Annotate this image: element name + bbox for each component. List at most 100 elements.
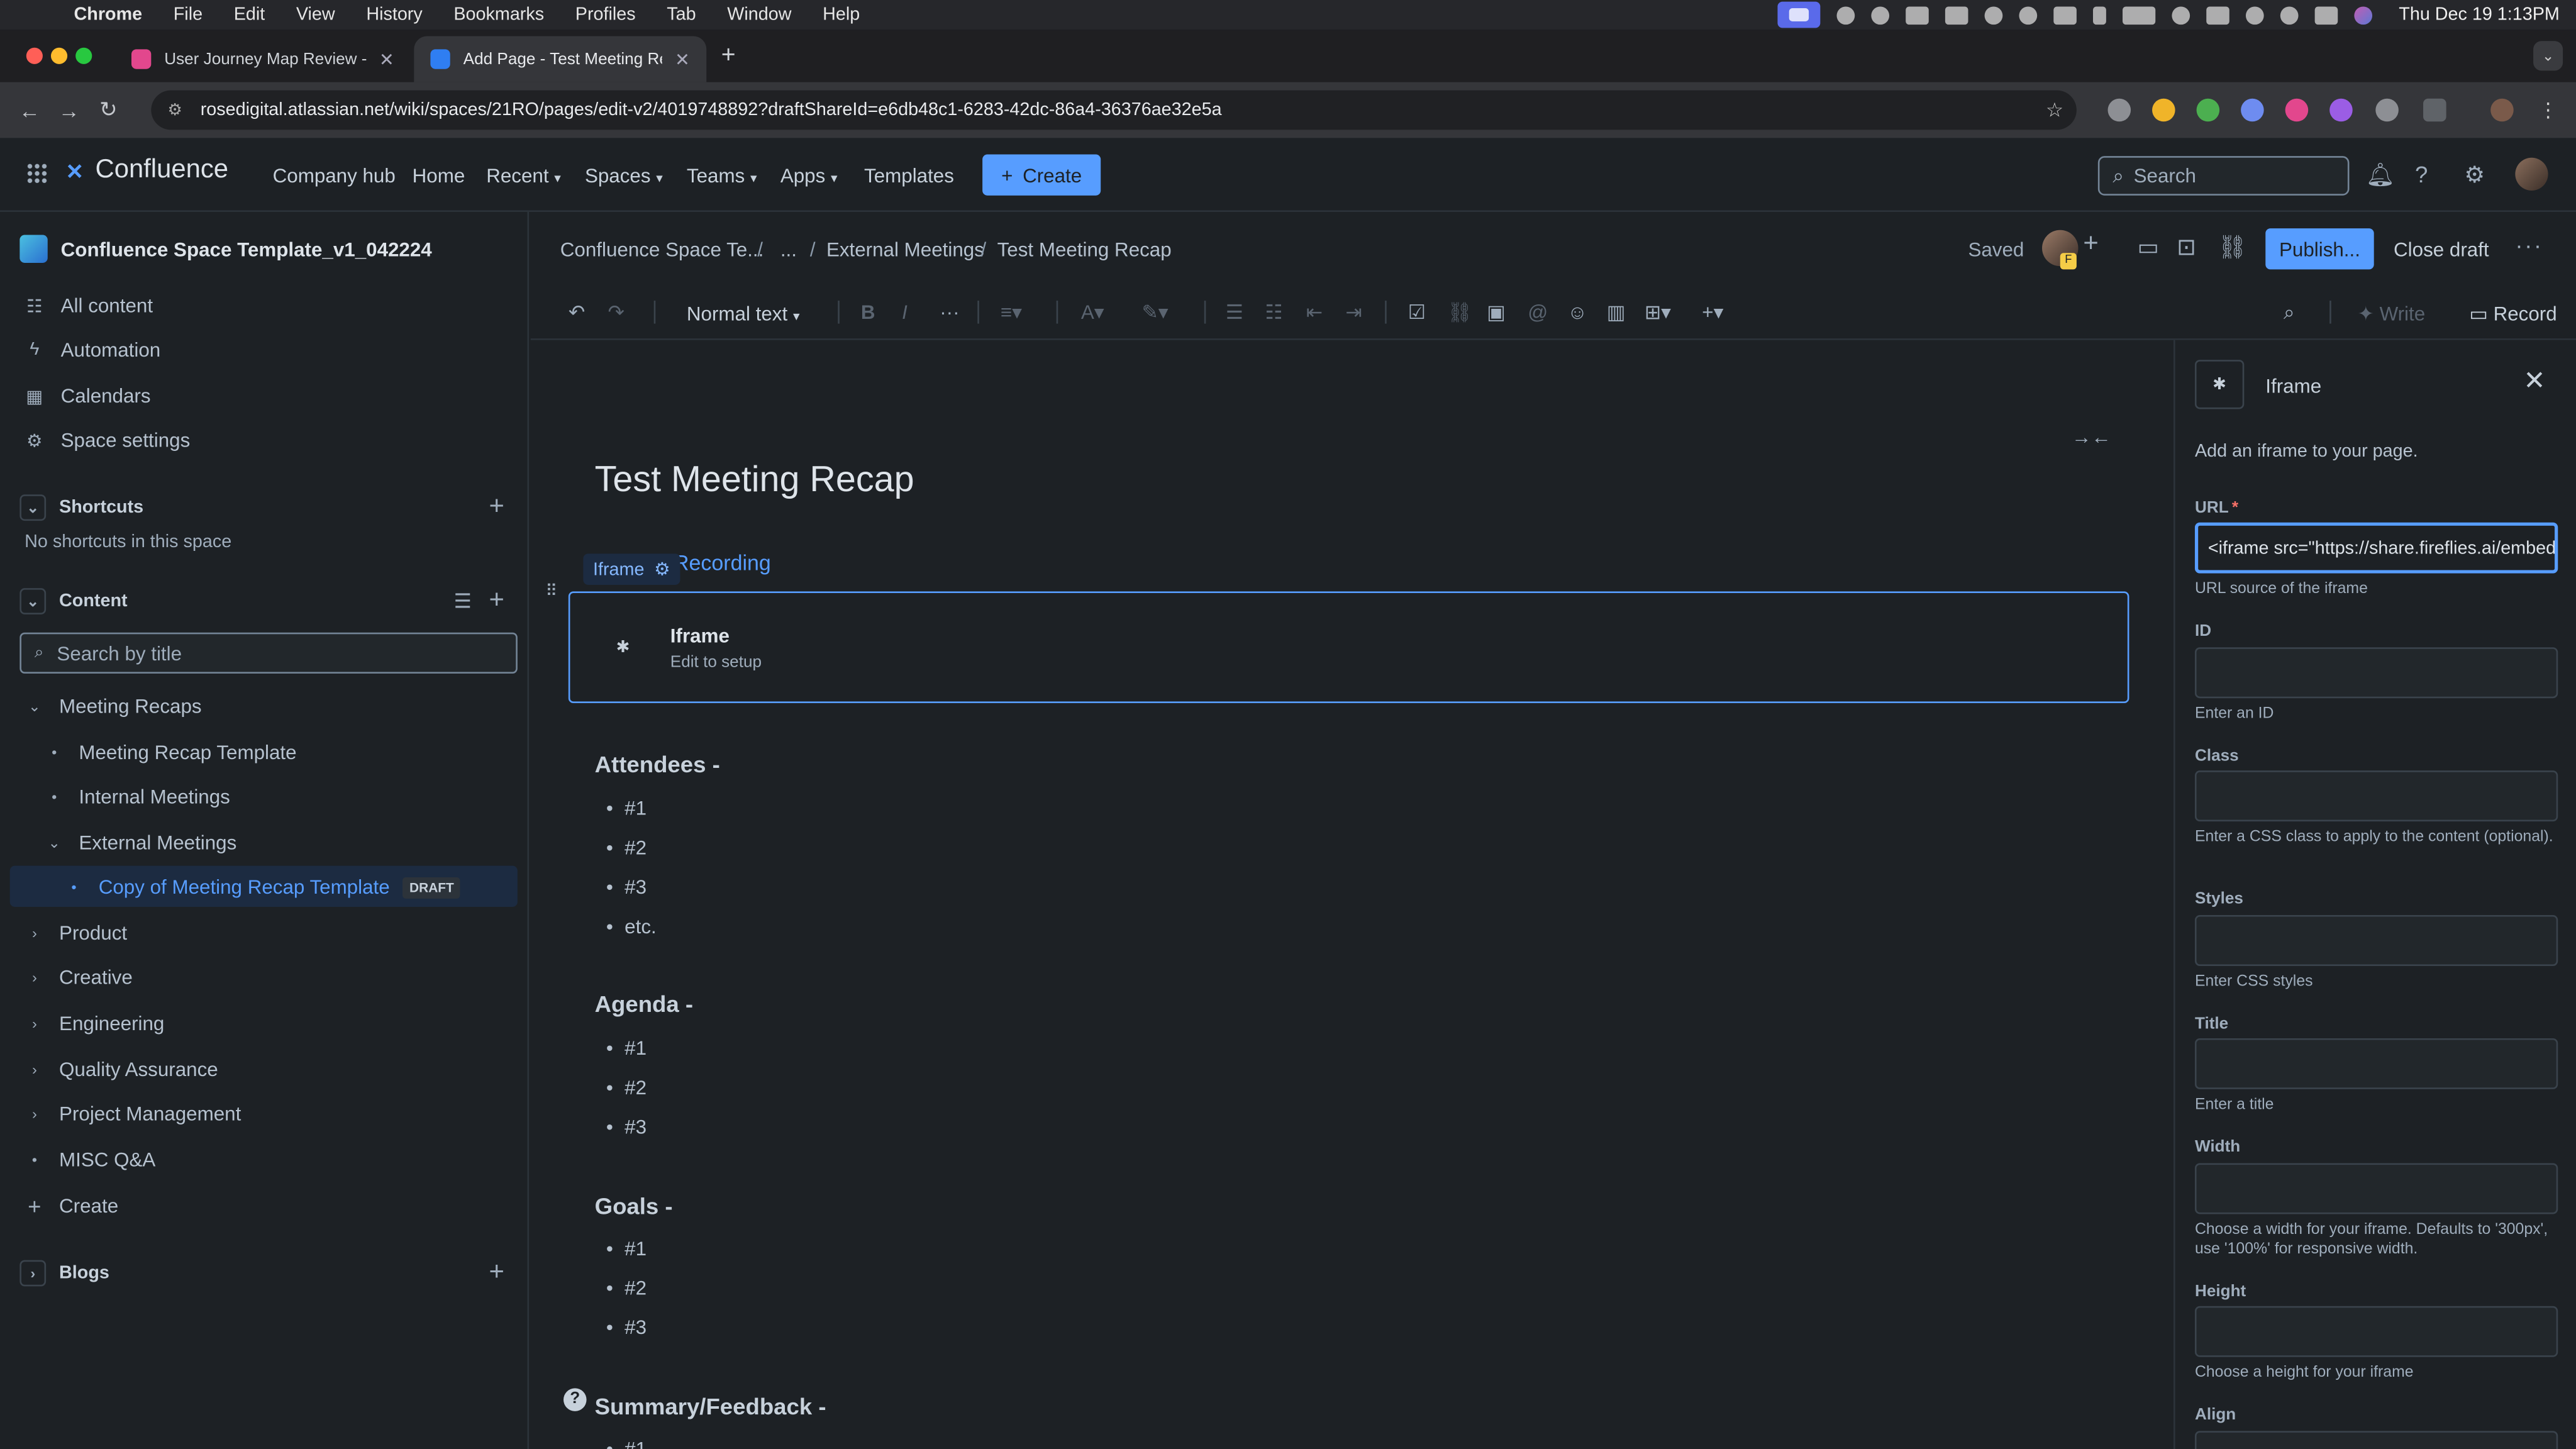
clock[interactable]: Thu Dec 19 1:13PM [2399,5,2560,25]
display-icon[interactable] [2053,6,2077,24]
nav-home[interactable]: Home [413,164,465,187]
create-button[interactable]: + Create [982,154,1101,196]
extension-bolt-icon[interactable] [2152,98,2175,122]
record-button[interactable]: ▭ Record [2469,303,2557,326]
close-tab-icon[interactable]: ✕ [379,48,394,70]
numbered-list-icon[interactable]: ☷ [1265,301,1282,324]
play-icon[interactable] [2246,6,2265,24]
close-icon[interactable]: ✕ [2523,365,2545,397]
nav-recent[interactable]: Recent ▾ [486,164,561,187]
styles-field[interactable] [2194,915,2558,966]
tree-item-engineering[interactable]: › Engineering [23,1012,164,1035]
tree-item-meeting-recap-template[interactable]: • Meeting Recap Template [43,741,297,764]
mention-icon[interactable]: @ [1528,301,1548,324]
insert-plus-icon[interactable]: +▾ [1702,301,1723,324]
list-item[interactable]: • etc. [606,915,657,938]
layout-icon[interactable]: ▥ [1607,301,1626,324]
nav-templates[interactable]: Templates [864,164,954,187]
chevron-right-icon[interactable]: › [23,1106,47,1122]
wifi-icon[interactable] [2206,6,2230,24]
find-replace-icon[interactable]: ⌕ [2284,301,2295,325]
nav-spaces[interactable]: Spaces ▾ [585,164,663,187]
control-center-icon[interactable] [2315,6,2338,24]
tree-item-quality-assurance[interactable]: › Quality Assurance [23,1058,218,1081]
close-window-icon[interactable] [26,47,43,64]
menu-history[interactable]: History [366,5,422,25]
forward-icon[interactable]: → [49,97,89,122]
height-field[interactable] [2194,1306,2558,1357]
minimize-window-icon[interactable] [50,47,68,64]
chevron-right-icon[interactable]: › [23,1015,47,1031]
extension-color-icon[interactable] [2241,98,2264,122]
nav-company-hub[interactable]: Company hub [273,164,396,187]
extensions-puzzle-icon[interactable] [2423,98,2446,122]
extension-figma-icon[interactable] [2285,98,2309,122]
profile-avatar[interactable] [2490,98,2514,122]
nav-apps[interactable]: Apps ▾ [780,164,838,187]
adobe-icon[interactable] [1945,6,1968,24]
chevron-right-icon[interactable]: › [19,1260,47,1287]
maximize-window-icon[interactable] [75,47,92,64]
moon-icon[interactable] [2172,6,2190,24]
sidebar-item-automation[interactable]: ϟ Automation [25,338,160,362]
tree-item-external-meetings[interactable]: ⌄ External Meetings [43,831,236,855]
table-icon[interactable]: ⊞▾ [1645,301,1671,324]
breadcrumb-current-page[interactable]: Test Meeting Recap [997,238,1172,262]
tree-item-product[interactable]: › Product [23,921,127,945]
site-info-icon[interactable]: ⚙ [167,101,187,119]
menu-bookmarks[interactable]: Bookmarks [453,5,544,25]
summary-feedback-heading[interactable]: Summary/Feedback - [595,1393,826,1419]
chevron-right-icon[interactable]: › [23,1062,47,1078]
copy-link-icon[interactable]: ⛓ [2218,233,2247,261]
attendees-heading[interactable]: Attendees - [595,751,720,777]
invite-plus-icon[interactable]: + [2083,230,2098,260]
bookmark-star-icon[interactable]: ☆ [2046,99,2063,122]
siri-icon[interactable] [2354,6,2373,24]
more-actions-icon[interactable]: ··· [2515,231,2543,258]
search-input[interactable]: ⌕ Search [2097,156,2350,196]
confluence-logo[interactable]: Confluence [96,156,228,186]
address-bar[interactable]: ⚙ rosedigital.atlassian.net/wiki/spaces/… [151,90,2077,130]
list-item[interactable]: • #2 [606,1076,647,1099]
reload-icon[interactable]: ↻ [89,97,128,123]
write-ai-button[interactable]: ✦ Write [2358,303,2426,326]
width-field[interactable] [2194,1163,2558,1214]
chevron-down-icon[interactable]: ⌄ [23,697,47,716]
grammarly-icon[interactable] [1836,6,1855,24]
breadcrumb-space[interactable]: Confluence Space Te... [560,238,764,262]
sidebar-item-calendars[interactable]: ▦ Calendars [25,384,150,408]
chevron-right-icon[interactable]: › [23,969,47,985]
tree-item-misc-qa[interactable]: • MISC Q&A [23,1148,156,1172]
confluence-logo-icon[interactable]: ✕ [65,160,89,184]
tree-item-internal-meetings[interactable]: • Internal Meetings [43,786,230,809]
image-icon[interactable]: ▣ [1487,301,1506,324]
class-field[interactable] [2194,770,2558,822]
extension-search-icon[interactable] [2329,98,2353,122]
search-by-title-input[interactable]: ⌕ Search by title [19,632,518,674]
page-title[interactable]: Test Meeting Recap [595,458,914,501]
breadcrumb-ellipsis[interactable]: ... [780,238,797,262]
goals-heading[interactable]: Goals - [595,1192,673,1219]
align-icon[interactable]: ≡▾ [1001,301,1022,324]
menu-tab[interactable]: Tab [667,5,696,25]
menu-edit[interactable]: Edit [234,5,265,25]
restrictions-lock-icon[interactable]: ⊡ [2177,233,2196,261]
chevron-down-icon[interactable]: ⌄ [19,588,47,614]
text-color-icon[interactable]: A▾ [1081,301,1104,324]
settings-sliders-icon[interactable]: ⚙ [654,558,670,580]
list-item[interactable]: • #1 [606,1036,647,1060]
text-style-dropdown[interactable]: Normal text ▾ [687,303,800,326]
redo-icon[interactable]: ↷ [608,301,625,324]
user-avatar[interactable] [2515,157,2548,191]
list-item[interactable]: • #2 [606,836,647,860]
notifications-icon[interactable]: 🔔︎ [2366,161,2395,189]
recording-heading[interactable]: Recording [674,550,771,575]
chevron-down-icon[interactable]: ⌄ [19,494,47,521]
sidebar-item-space-settings[interactable]: ⚙ Space settings [25,429,190,452]
list-item[interactable]: • #1 [606,1237,647,1260]
extension-chatgpt-icon[interactable] [2375,98,2399,122]
chrome-menu-icon[interactable]: ⋮ [2536,99,2560,122]
drag-handle-icon[interactable]: ⠿ [545,583,557,601]
list-item[interactable]: • #1 [606,797,647,820]
id-field[interactable] [2194,647,2558,699]
